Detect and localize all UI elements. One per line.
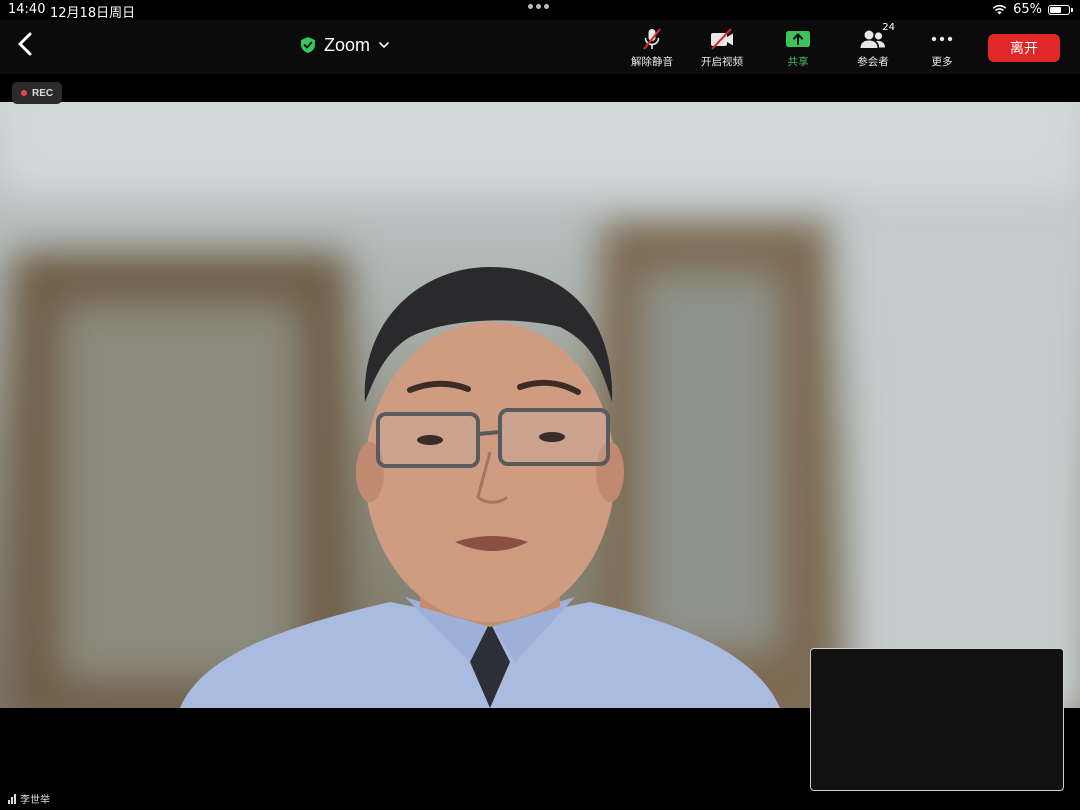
back-button[interactable] [12, 28, 40, 60]
multitasking-handle[interactable] [528, 4, 549, 9]
speaker-name: 李世举 [20, 795, 50, 806]
start-video-label: 开启视频 [701, 56, 743, 68]
share-button[interactable]: 共享 [766, 26, 830, 72]
status-bar: 14:40 12月18日周日 65% [0, 0, 1080, 21]
start-video-button[interactable]: 开启视频 [690, 26, 754, 72]
participants-count: 24 [882, 22, 895, 33]
status-time: 14:40 [8, 2, 46, 17]
share-screen-icon [786, 31, 810, 47]
status-date: 12月18日周日 [50, 6, 136, 21]
battery-icon [1048, 4, 1073, 15]
participants-label: 参会者 [857, 56, 889, 68]
more-icon [931, 36, 953, 42]
speaker-figure [180, 267, 780, 708]
chevron-down-icon [379, 42, 389, 49]
status-indicators: 65% [992, 2, 1073, 17]
signal-icon [8, 793, 16, 804]
leave-button[interactable]: 离开 [988, 34, 1060, 62]
more-button[interactable]: 更多 [910, 26, 974, 72]
speaker-name-tag: 李世举 [8, 791, 50, 806]
unmute-button[interactable]: 解除静音 [620, 26, 684, 72]
back-chevron-icon [18, 32, 32, 56]
video-off-icon [711, 28, 733, 50]
battery-level [1050, 6, 1061, 13]
battery-percent: 65% [1013, 2, 1042, 17]
meeting-title: Zoom [324, 34, 371, 55]
self-view-thumbnail[interactable] [810, 648, 1064, 791]
recording-label: REC [32, 87, 54, 99]
more-label: 更多 [931, 56, 953, 68]
meeting-toolbar: Zoom 解除静音 开启视频 共享 24 参会者 更多 离开 [0, 20, 1080, 74]
shield-check-icon [301, 37, 315, 53]
participants-button[interactable]: 24 参会者 [841, 22, 905, 72]
meeting-info-button[interactable]: Zoom [300, 32, 390, 58]
mic-muted-icon [643, 28, 661, 50]
recording-indicator[interactable]: REC [12, 82, 63, 104]
share-label: 共享 [787, 56, 809, 68]
recording-dot-icon [21, 90, 27, 96]
active-speaker-video[interactable] [0, 102, 1080, 708]
wifi-icon [992, 4, 1007, 15]
unmute-label: 解除静音 [631, 56, 673, 68]
zoom-meeting-screen: 14:40 12月18日周日 65% Zoom 解除静音 开启视频 共享 24 … [0, 0, 1080, 810]
